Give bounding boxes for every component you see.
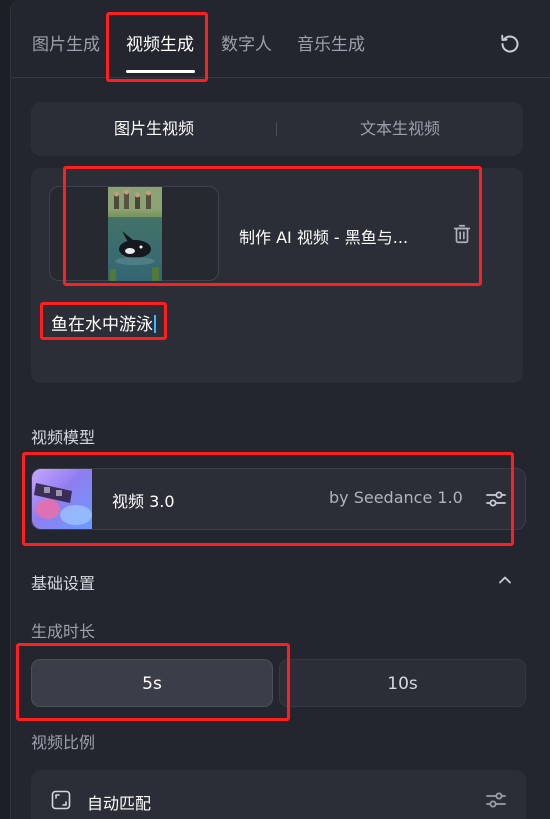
mode-switch: 图片生视频 文本生视频 xyxy=(31,102,523,156)
text-caret xyxy=(154,315,156,333)
model-provider: by Seedance 1.0 xyxy=(329,488,463,507)
prompt-area[interactable]: 制作 AI 视频 - 黑鱼与... 鱼在水中游泳 xyxy=(31,168,523,383)
refresh-icon[interactable] xyxy=(498,32,522,56)
duration-option-5s[interactable]: 5s xyxy=(31,659,273,707)
ratio-selector[interactable]: 自动匹配 xyxy=(31,770,526,819)
tab-music-generation[interactable]: 音乐生成 xyxy=(297,30,365,55)
mode-image-to-video[interactable]: 图片生视频 xyxy=(31,102,277,156)
settings-sliders-icon[interactable] xyxy=(484,788,508,812)
tab-digital-human[interactable]: 数字人 xyxy=(221,30,272,55)
mode-text-to-video[interactable]: 文本生视频 xyxy=(277,102,523,156)
ratio-value: 自动匹配 xyxy=(87,794,152,813)
duration-label: 生成时长 xyxy=(31,622,96,641)
model-name: 视频 3.0 xyxy=(112,492,175,511)
attachment-name: 制作 AI 视频 - 黑鱼与... xyxy=(239,228,409,247)
model-section-title: 视频模型 xyxy=(31,428,96,447)
settings-sliders-icon[interactable] xyxy=(484,487,508,511)
attached-image-card[interactable] xyxy=(49,186,219,281)
tab-image-generation[interactable]: 图片生成 xyxy=(32,30,100,55)
trash-icon[interactable] xyxy=(451,223,473,245)
prompt-text: 鱼在水中游泳 xyxy=(51,315,153,335)
model-selector[interactable]: 视频 3.0 by Seedance 1.0 xyxy=(31,468,526,530)
tab-video-generation[interactable]: 视频生成 xyxy=(126,30,194,55)
chevron-up-icon[interactable] xyxy=(495,570,515,590)
video-generation-panel: 图片生成 视频生成 数字人 音乐生成 图片生视频 文本生视频 制作 AI 视频 … xyxy=(10,0,550,819)
attached-image-thumbnail xyxy=(108,187,162,281)
basic-settings-title: 基础设置 xyxy=(31,574,96,593)
generation-tabs: 图片生成 视频生成 数字人 音乐生成 xyxy=(11,0,550,78)
active-tab-indicator xyxy=(126,70,195,73)
ratio-label: 视频比例 xyxy=(31,733,96,752)
prompt-input[interactable]: 鱼在水中游泳 xyxy=(51,310,156,335)
aspect-ratio-icon xyxy=(51,790,71,810)
duration-option-10s[interactable]: 10s xyxy=(279,659,526,707)
model-thumbnail xyxy=(32,469,92,529)
